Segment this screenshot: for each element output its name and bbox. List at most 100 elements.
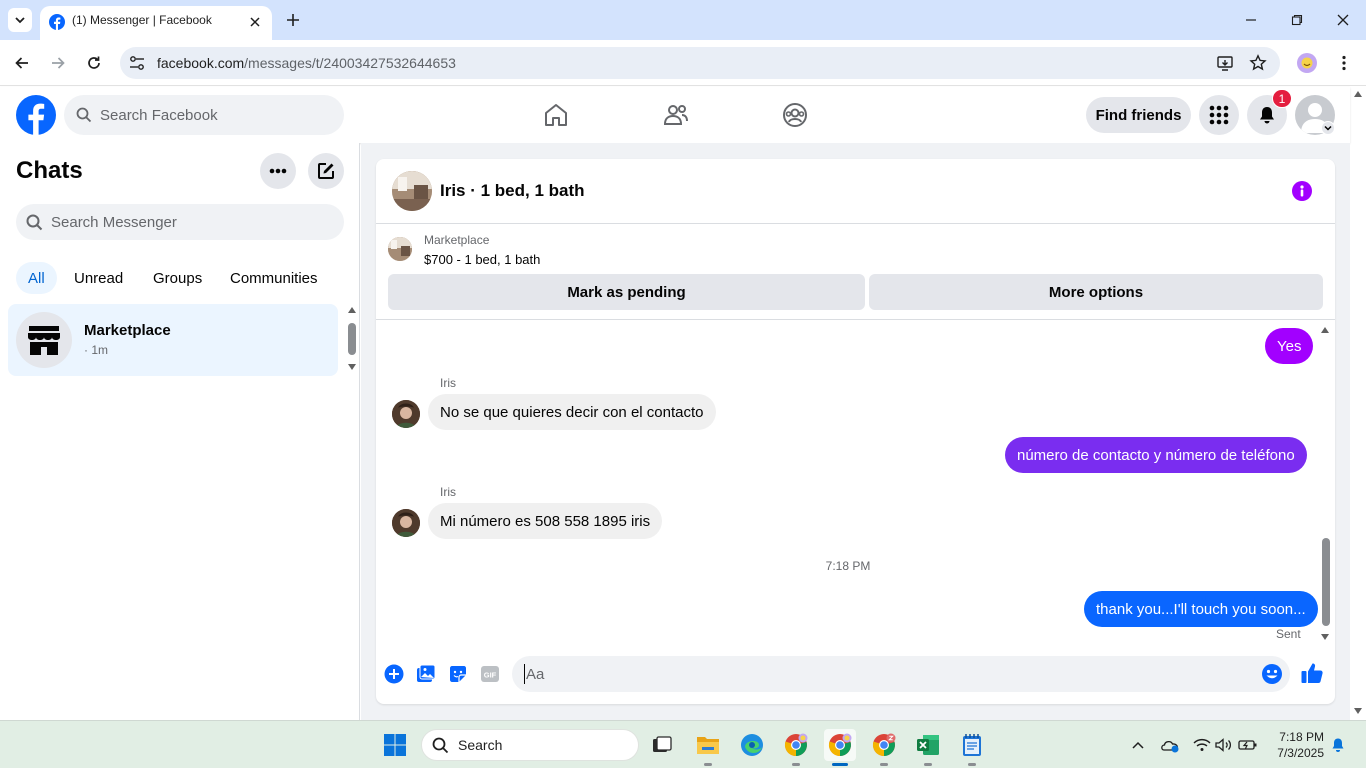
taskbar-file-explorer[interactable] — [692, 729, 724, 766]
filter-tab-all[interactable]: All — [16, 262, 57, 294]
page-scroll-up-icon[interactable] — [1353, 90, 1363, 98]
gif-icon: GIF — [481, 666, 499, 682]
browser-tab-messenger[interactable]: (1) Messenger | Facebook — [40, 6, 272, 40]
bell-icon — [1260, 107, 1274, 124]
sticker-button[interactable] — [446, 662, 470, 686]
restore-button[interactable] — [1285, 8, 1309, 32]
url-host: facebook.com — [157, 55, 245, 71]
conversation-title[interactable]: Iris · 1 bed, 1 bath — [440, 181, 585, 201]
more-actions-button[interactable] — [382, 662, 406, 686]
taskbar-edge[interactable] — [736, 729, 768, 761]
scroll-up-arrow-icon[interactable] — [1320, 326, 1330, 334]
messenger-search[interactable] — [16, 204, 344, 240]
restore-icon — [1291, 14, 1303, 26]
tray-battery[interactable] — [1238, 735, 1258, 755]
install-app-icon[interactable] — [1216, 54, 1234, 72]
bookmark-star-icon[interactable] — [1249, 54, 1267, 72]
like-button[interactable] — [1300, 661, 1324, 685]
tray-volume[interactable] — [1214, 735, 1234, 755]
chat-list-item[interactable]: Marketplace · 1m — [8, 304, 338, 376]
chrome-icon — [784, 733, 808, 757]
windows-start-icon[interactable] — [383, 733, 407, 757]
url-path: /messages/t/24003427532644653 — [244, 55, 456, 71]
message-bubble-outgoing[interactable]: número de contacto y número de teléfono — [1005, 437, 1307, 473]
conversation-info-button[interactable] — [1292, 181, 1312, 201]
running-indicator — [924, 763, 932, 766]
facebook-search[interactable] — [64, 95, 344, 135]
messenger-search-input[interactable] — [51, 212, 331, 232]
groups-icon[interactable] — [781, 101, 809, 129]
taskbar-clock[interactable]: 7:18 PM 7/3/2025 — [1262, 729, 1324, 761]
message-bubble-incoming[interactable]: No se que quieres decir con el contacto — [428, 394, 716, 430]
person-photo-icon — [392, 509, 420, 537]
compose-icon — [318, 163, 334, 179]
browser-tab-bar: (1) Messenger | Facebook — [0, 0, 1366, 40]
listing-title[interactable]: $700 - 1 bed, 1 bath — [424, 252, 540, 267]
taskbar-chrome-profile-1[interactable] — [780, 729, 812, 766]
scroll-down-arrow-icon[interactable] — [347, 363, 357, 371]
account-menu-caret[interactable] — [1321, 121, 1335, 135]
sender-avatar[interactable] — [392, 400, 420, 428]
find-friends-button[interactable]: Find friends — [1086, 97, 1191, 133]
taskbar-search[interactable]: Search — [421, 729, 639, 761]
scroll-up-arrow-icon[interactable] — [347, 306, 357, 314]
edge-browser-icon — [741, 734, 763, 756]
new-tab-button[interactable] — [282, 9, 304, 31]
reload-button[interactable] — [82, 51, 106, 75]
bell-icon — [1332, 738, 1344, 752]
back-button[interactable] — [10, 51, 34, 75]
cloud-icon — [1161, 741, 1179, 753]
gif-button[interactable]: GIF — [478, 662, 502, 686]
thread-scrollbar-thumb[interactable] — [1322, 538, 1330, 626]
message-input-box[interactable] — [512, 656, 1290, 692]
contact-avatar[interactable] — [392, 171, 432, 211]
tab-search-button[interactable] — [8, 8, 32, 32]
scroll-down-arrow-icon[interactable] — [1320, 633, 1330, 641]
message-bubble-incoming[interactable]: Mi número es 508 558 1895 iris — [428, 503, 663, 539]
message-bubble-outgoing[interactable]: Yes — [1265, 328, 1314, 364]
chats-sidebar: Chats All Unread Groups Communities Mark… — [0, 143, 360, 720]
menu-grid-button[interactable] — [1199, 95, 1239, 135]
tray-onedrive[interactable] — [1160, 735, 1180, 755]
sender-avatar[interactable] — [392, 509, 420, 537]
search-icon — [432, 737, 449, 754]
attach-photo-button[interactable] — [414, 662, 438, 686]
tab-close-button[interactable] — [246, 13, 264, 31]
minimize-button[interactable] — [1239, 8, 1263, 32]
listing-thumbnail[interactable] — [388, 237, 412, 261]
mark-as-pending-button[interactable]: Mark as pending — [388, 274, 865, 310]
address-bar[interactable]: facebook.com/messages/t/2400342753264465… — [120, 47, 1280, 79]
home-icon[interactable] — [542, 101, 570, 129]
facebook-logo-icon[interactable] — [16, 95, 56, 135]
tray-notifications[interactable] — [1328, 735, 1348, 755]
message-input[interactable] — [524, 664, 1244, 684]
profile-button[interactable] — [1295, 51, 1319, 75]
message-bubble-outgoing[interactable]: thank you...I'll touch you soon... — [1084, 591, 1318, 627]
page-scroll-down-icon[interactable] — [1353, 707, 1363, 715]
new-message-button[interactable] — [308, 153, 344, 189]
more-options-button[interactable]: More options — [869, 274, 1323, 310]
tray-overflow-button[interactable] — [1128, 735, 1148, 755]
taskbar-chrome-active[interactable] — [824, 729, 856, 766]
sidebar-scrollbar-thumb[interactable] — [348, 323, 356, 355]
tray-wifi[interactable] — [1192, 735, 1212, 755]
filter-tab-unread[interactable]: Unread — [62, 262, 135, 294]
browser-menu-button[interactable] — [1332, 51, 1356, 75]
friends-icon[interactable] — [662, 101, 690, 129]
chats-title: Chats — [16, 157, 83, 184]
filter-tab-communities[interactable]: Communities — [218, 262, 330, 294]
facebook-search-input[interactable] — [100, 105, 330, 125]
forward-button[interactable] — [46, 51, 70, 75]
taskbar-excel[interactable] — [912, 729, 944, 766]
close-window-button[interactable] — [1331, 8, 1355, 32]
taskbar-chrome-profile-2[interactable] — [868, 729, 900, 766]
taskbar-task-view[interactable] — [646, 729, 678, 761]
chevron-up-icon — [1132, 741, 1144, 749]
chats-options-button[interactable] — [260, 153, 296, 189]
close-icon — [250, 17, 260, 27]
filter-tab-groups[interactable]: Groups — [141, 262, 214, 294]
notepad-icon — [963, 734, 981, 756]
taskbar-notepad[interactable] — [956, 729, 988, 766]
marketplace-avatar — [16, 312, 72, 368]
emoji-icon[interactable] — [1260, 662, 1284, 686]
